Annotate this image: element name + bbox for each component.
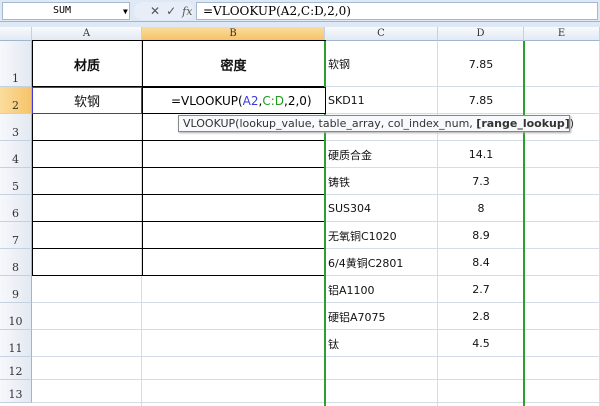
insert-function-icon[interactable]: fx <box>182 5 192 18</box>
cell-D8[interactable]: 8.4 <box>438 249 524 276</box>
table-cell-border <box>32 113 143 141</box>
table-cell-border <box>142 221 326 249</box>
cell-C7[interactable]: 无氧铜C1020 <box>328 222 438 249</box>
row-header-11[interactable]: 11 <box>0 330 32 357</box>
row-header-8[interactable]: 8 <box>0 249 32 276</box>
row-header-4[interactable]: 4 <box>0 141 32 168</box>
cell-D7[interactable]: 8.9 <box>438 222 524 249</box>
cell-A2[interactable]: 软钢 <box>32 87 142 114</box>
cell-C5[interactable]: 铸铁 <box>328 168 438 195</box>
column-header-C[interactable]: C <box>325 27 438 41</box>
range-marquee-right <box>523 41 525 406</box>
column-header-B[interactable]: B <box>142 27 325 41</box>
row-header-7[interactable]: 7 <box>0 222 32 249</box>
gridline <box>32 379 600 380</box>
cell-D11[interactable]: 4.5 <box>438 330 524 357</box>
cell-A1[interactable]: 材质 <box>32 41 142 87</box>
enter-icon[interactable]: ✓ <box>166 4 176 18</box>
name-box[interactable]: SUM ▼ <box>2 2 130 20</box>
cell-D4[interactable]: 14.1 <box>438 141 524 168</box>
table-cell-border <box>142 167 326 195</box>
cell-C1[interactable]: 软钢 <box>328 41 438 87</box>
cell-C6[interactable]: SUS304 <box>328 195 438 222</box>
select-all-button[interactable] <box>0 27 32 41</box>
row-header-9[interactable]: 9 <box>0 276 32 303</box>
formula-buttons: ✕ ✓ fx <box>134 2 194 20</box>
table-cell-border <box>142 194 326 222</box>
function-tooltip: VLOOKUP(lookup_value, table_array, col_i… <box>178 115 574 132</box>
table-cell-border <box>142 248 326 276</box>
cell-D5[interactable]: 7.3 <box>438 168 524 195</box>
chevron-down-icon[interactable]: ▼ <box>123 7 128 16</box>
column-header-A[interactable]: A <box>32 27 142 41</box>
formula-input[interactable]: =VLOOKUP(A2,C:D,2,0) <box>196 2 598 20</box>
table-cell-border <box>32 221 143 249</box>
table-cell-border <box>32 140 143 168</box>
cell-D2[interactable]: 7.85 <box>438 87 524 114</box>
cell-C8[interactable]: 6/4黄铜C2801 <box>328 249 438 276</box>
cell-D6[interactable]: 8 <box>438 195 524 222</box>
cell-D10[interactable]: 2.8 <box>438 303 524 330</box>
row-header-1[interactable]: 1 <box>0 41 32 87</box>
table-cell-border <box>32 167 143 195</box>
row-header-3[interactable]: 3 <box>0 114 32 141</box>
row-header-12[interactable]: 12 <box>0 357 32 380</box>
cell-C4[interactable]: 硬质合金 <box>328 141 438 168</box>
table-cell-border <box>142 140 326 168</box>
row-header-10[interactable]: 10 <box>0 303 32 330</box>
cell-C11[interactable]: 钛 <box>328 330 438 357</box>
cell-C10[interactable]: 硬铝A7075 <box>328 303 438 330</box>
formula-bar: SUM ▼ ✕ ✓ fx =VLOOKUP(A2,C:D,2,0) <box>0 0 600 22</box>
column-header-D[interactable]: D <box>438 27 524 41</box>
cell-D9[interactable]: 2.7 <box>438 276 524 303</box>
table-cell-border <box>32 248 143 276</box>
cell-B1[interactable]: 密度 <box>142 41 325 87</box>
cell-B2-editing[interactable]: =VLOOKUP(A2, C:D ,2,0) <box>142 87 326 114</box>
cell-C9[interactable]: 铝A1100 <box>328 276 438 303</box>
row-header-6[interactable]: 6 <box>0 195 32 222</box>
cell-C2[interactable]: SKD11 <box>328 87 438 114</box>
table-cell-border <box>32 194 143 222</box>
cell-D1[interactable]: 7.85 <box>438 41 524 87</box>
row-header-5[interactable]: 5 <box>0 168 32 195</box>
row-header-13[interactable]: 13 <box>0 380 32 403</box>
row-header-2[interactable]: 2 <box>0 87 32 114</box>
cancel-icon[interactable]: ✕ <box>150 4 160 18</box>
column-header-E[interactable]: E <box>524 27 600 41</box>
gridline <box>32 402 600 403</box>
